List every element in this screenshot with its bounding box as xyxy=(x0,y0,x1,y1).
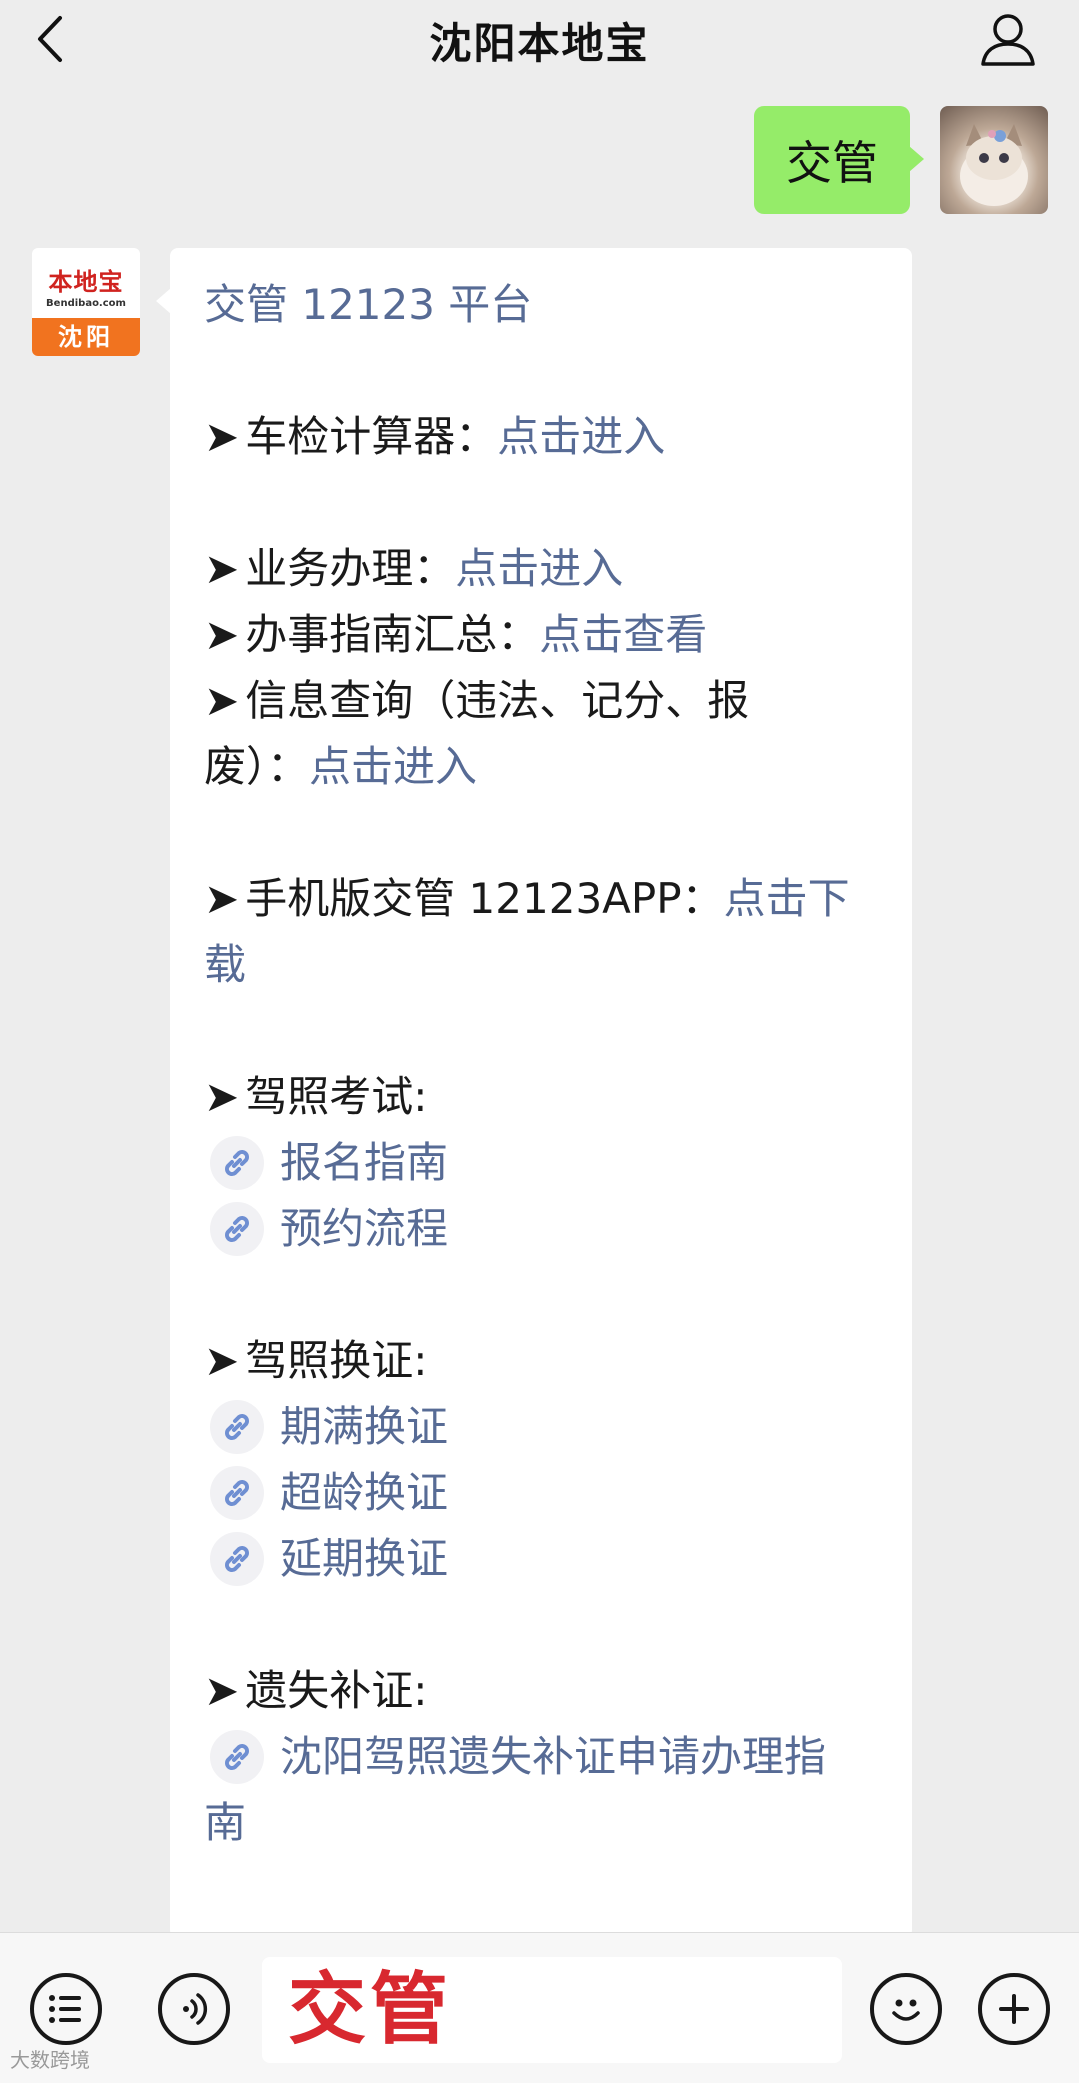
arrow-icon: ➤ xyxy=(204,1336,240,1385)
exam-link-1[interactable]: 报名指南 xyxy=(280,1130,448,1196)
info-query-item-cont: 废）：点击进入 xyxy=(204,734,890,800)
app-link-2[interactable]: 载 xyxy=(204,932,890,998)
link-icon xyxy=(210,1730,264,1784)
message-input-text: 交管 xyxy=(288,1965,453,2055)
bendibao-city-label: 沈阳 xyxy=(32,318,140,356)
link-icon xyxy=(210,1532,264,1586)
link-icon xyxy=(210,1400,264,1454)
link-icon xyxy=(210,1202,264,1256)
app-item: ➤ 手机版交管 12123APP：点击下 xyxy=(204,866,890,932)
renew-link-1[interactable]: 期满换证 xyxy=(280,1394,448,1460)
info-query-link[interactable]: 点击进入 xyxy=(309,742,477,791)
user-avatar[interactable] xyxy=(940,106,1048,214)
watermark: 大数跨境 xyxy=(10,2048,90,2072)
miniprogram-link[interactable]: 预约流程 xyxy=(204,1196,890,1262)
miniprogram-link[interactable]: 超龄换证 xyxy=(204,1460,890,1526)
profile-icon[interactable] xyxy=(979,12,1037,68)
emoji-icon[interactable] xyxy=(870,1973,942,2045)
bendibao-logo-url: Bendibao.com xyxy=(46,298,126,309)
vehicle-calc-link[interactable]: 点击进入 xyxy=(497,412,665,461)
arrow-icon: ➤ xyxy=(204,676,240,725)
bendibao-logo-text: 本地宝 xyxy=(48,268,124,296)
business-item: ➤ 业务办理：点击进入 xyxy=(204,536,890,602)
outgoing-message-text: 交管 xyxy=(786,136,878,190)
guide-item: ➤ 办事指南汇总：点击查看 xyxy=(204,602,890,668)
app-link-1[interactable]: 点击下 xyxy=(724,874,850,923)
renew-link-2[interactable]: 超龄换证 xyxy=(280,1460,448,1526)
info-query-label-1: 信息查询（违法、记分、报 xyxy=(245,676,750,725)
business-link[interactable]: 点击进入 xyxy=(455,544,623,593)
add-icon[interactable] xyxy=(978,1973,1050,2045)
guide-link[interactable]: 点击查看 xyxy=(539,610,707,659)
link-icon xyxy=(210,1466,264,1520)
top-bar: 沈阳本地宝 xyxy=(0,0,1079,86)
info-query-label-2: 废）： xyxy=(204,742,310,791)
link-icon xyxy=(210,1136,264,1190)
incoming-message-bubble: 交管 12123 平台 ➤ 车检计算器：点击进入 ➤ 业务办理：点击进入 ➤ 办事指南… xyxy=(156,248,912,1938)
lost-link-1[interactable]: 沈阳驾照遗失补证申请办理指 xyxy=(280,1724,826,1790)
outgoing-message-bubble[interactable]: 交管 xyxy=(754,106,924,214)
official-account-avatar[interactable]: 本地宝 Bendibao.com 沈阳 xyxy=(32,248,140,356)
exam-label: 驾照考试: xyxy=(245,1072,428,1121)
message-content: 交管 12123 平台 ➤ 车检计算器：点击进入 ➤ 业务办理：点击进入 ➤ 办事指南… xyxy=(204,272,890,1856)
message-title[interactable]: 交管 12123 平台 xyxy=(204,272,890,338)
miniprogram-link[interactable]: 沈阳驾照遗失补证申请办理指 xyxy=(204,1724,890,1790)
renew-link-3[interactable]: 延期换证 xyxy=(280,1526,448,1592)
chat-input-bar: 交管 大数跨境 xyxy=(0,1932,1079,2083)
miniprogram-link[interactable]: 报名指南 xyxy=(204,1130,890,1196)
app-label: 手机版交管 12123APP： xyxy=(245,874,724,923)
arrow-icon: ➤ xyxy=(204,610,240,659)
arrow-icon: ➤ xyxy=(204,412,240,461)
renew-label: 驾照换证: xyxy=(245,1336,428,1385)
menu-list-icon[interactable] xyxy=(30,1973,102,2045)
arrow-icon: ➤ xyxy=(204,544,240,593)
miniprogram-link[interactable]: 延期换证 xyxy=(204,1526,890,1592)
vehicle-calc-item: ➤ 车检计算器：点击进入 xyxy=(204,404,890,470)
lost-link-2[interactable]: 南 xyxy=(204,1790,890,1856)
info-query-item: ➤ 信息查询（违法、记分、报 xyxy=(204,668,890,734)
vehicle-calc-label: 车检计算器： xyxy=(245,412,498,461)
message-input[interactable]: 交管 xyxy=(262,1957,842,2063)
business-label: 业务办理： xyxy=(245,544,456,593)
guide-label: 办事指南汇总： xyxy=(245,610,540,659)
voice-icon[interactable] xyxy=(158,1973,230,2045)
arrow-icon: ➤ xyxy=(204,1072,240,1121)
miniprogram-link[interactable]: 期满换证 xyxy=(204,1394,890,1460)
renew-item: ➤ 驾照换证: xyxy=(204,1328,890,1394)
exam-link-2[interactable]: 预约流程 xyxy=(280,1196,448,1262)
lost-item: ➤ 遗失补证: xyxy=(204,1658,890,1724)
lost-label: 遗失补证: xyxy=(245,1666,428,1715)
arrow-icon: ➤ xyxy=(204,874,240,923)
page-title: 沈阳本地宝 xyxy=(429,19,650,68)
arrow-icon: ➤ xyxy=(204,1666,240,1715)
exam-item: ➤ 驾照考试: xyxy=(204,1064,890,1130)
